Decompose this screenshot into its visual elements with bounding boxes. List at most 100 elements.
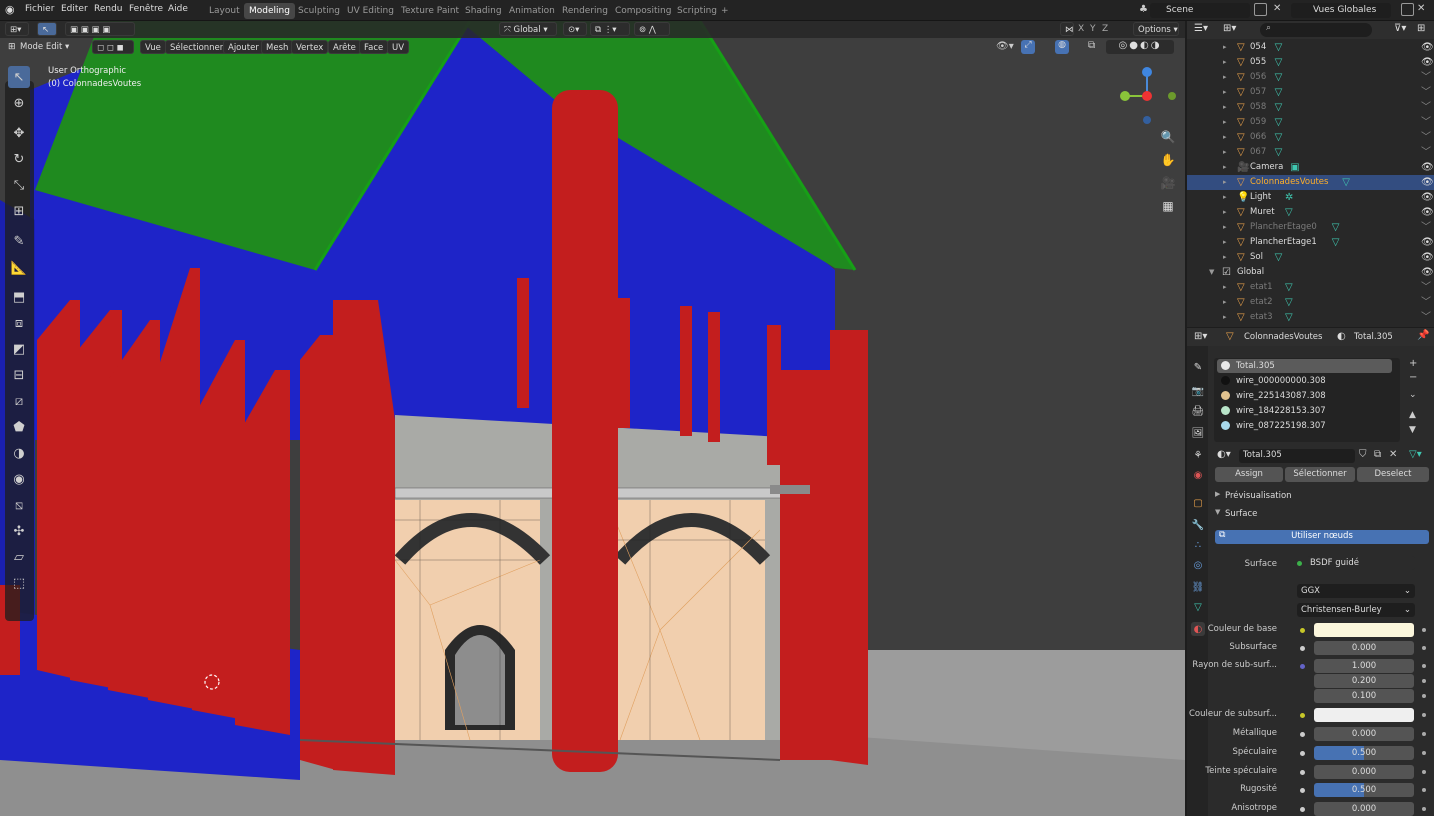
delete-scene-icon[interactable]: ✕: [1273, 3, 1281, 14]
tab-texture-paint[interactable]: Texture Paint: [396, 3, 464, 19]
menu-arete[interactable]: Arête: [328, 40, 361, 54]
pivot-point-icon[interactable]: ⊙▾: [563, 22, 587, 36]
numeric-field[interactable]: 0.000: [1314, 727, 1414, 741]
collapse-arrow-icon[interactable]: ▸: [1223, 280, 1227, 295]
editor-type-icon[interactable]: ⊞▾: [5, 22, 29, 36]
pan-hand-icon[interactable]: ✋: [1158, 150, 1178, 170]
display-mode-icon[interactable]: ⊞▾: [1223, 23, 1236, 34]
spin-tool-icon[interactable]: ◑: [8, 442, 30, 464]
keyframe-dot-icon[interactable]: [1422, 646, 1426, 650]
collapse-arrow-icon[interactable]: ▸: [1223, 40, 1227, 55]
outliner-row[interactable]: ▸ ▽ 066 ▽ ﹀: [1187, 130, 1434, 145]
eye-closed-icon[interactable]: ﹀: [1421, 70, 1431, 85]
move-tool-icon[interactable]: ✥: [8, 122, 30, 144]
numeric-field[interactable]: 0.500: [1314, 746, 1414, 760]
eye-icon[interactable]: 👁: [1421, 265, 1434, 280]
transform-tool-icon[interactable]: ⊞: [8, 200, 30, 222]
eye-icon[interactable]: 👁: [1421, 205, 1434, 220]
outliner-row[interactable]: ▸ ▽ 055 ▽ 👁: [1187, 55, 1434, 70]
tab-scripting[interactable]: Scripting: [672, 3, 722, 19]
collapse-arrow-icon[interactable]: ▸: [1223, 55, 1227, 70]
collapse-arrow-icon[interactable]: ▸: [1223, 130, 1227, 145]
menu-mesh[interactable]: Mesh: [261, 40, 294, 54]
numeric-field[interactable]: 0.000: [1314, 765, 1414, 779]
outliner-row[interactable]: ▸ ▽ ColonnadesVoutes ▽ 👁: [1187, 175, 1434, 190]
loop-cut-tool-icon[interactable]: ⊟: [8, 364, 30, 386]
scene-selector[interactable]: Scene: [1150, 3, 1250, 18]
filter-icon[interactable]: ⊽▾: [1394, 23, 1406, 34]
camera-view-icon[interactable]: 🎥: [1158, 173, 1178, 193]
mesh-symmetry-icon[interactable]: ⋈: [1060, 22, 1074, 36]
collapse-arrow-icon[interactable]: ▸: [1223, 115, 1227, 130]
transform-orientation[interactable]: ⤧ Global ▾: [499, 22, 557, 36]
collapse-arrow-icon[interactable]: ▸: [1223, 100, 1227, 115]
mirror-z[interactable]: Z: [1102, 24, 1108, 34]
zoom-icon[interactable]: 🔍: [1158, 127, 1178, 147]
cursor-tool-icon[interactable]: ⊕: [8, 92, 30, 114]
outliner-row[interactable]: ▸ ▽ 058 ▽ ﹀: [1187, 100, 1434, 115]
menu-uv[interactable]: UV: [387, 40, 410, 54]
color-swatch[interactable]: [1314, 708, 1414, 722]
shear-tool-icon[interactable]: ▱: [8, 546, 30, 568]
select-tool-icon[interactable]: ↖: [8, 66, 30, 88]
collapse-arrow-icon[interactable]: ▸: [1223, 145, 1227, 160]
tab-sculpting[interactable]: Sculpting: [293, 3, 345, 19]
new-collection-icon[interactable]: ⊞: [1417, 23, 1425, 34]
collapse-arrow-icon[interactable]: ▸: [1223, 250, 1227, 265]
annotate-tool-icon[interactable]: ✎: [8, 230, 30, 252]
collapse-arrow-icon[interactable]: ▸: [1223, 70, 1227, 85]
delete-view-layer-icon[interactable]: ✕: [1417, 3, 1425, 14]
keyframe-dot-icon[interactable]: [1422, 664, 1426, 668]
mode-selector[interactable]: Mode Edit ▾: [20, 40, 88, 54]
shrink-fatten-tool-icon[interactable]: ✣: [8, 520, 30, 542]
extrude-tool-icon[interactable]: ⬒: [8, 286, 30, 308]
keyframe-dot-icon[interactable]: [1422, 732, 1426, 736]
eye-icon[interactable]: 👁: [1421, 250, 1434, 265]
eye-icon[interactable]: 👁: [1421, 190, 1434, 205]
eye-icon[interactable]: 👁: [1421, 160, 1434, 175]
measure-tool-icon[interactable]: 📐: [8, 257, 30, 279]
menu-rendu[interactable]: Rendu: [94, 4, 123, 14]
outliner-row[interactable]: ▸ ▽ Muret ▽ 👁: [1187, 205, 1434, 220]
keyframe-dot-icon[interactable]: [1422, 713, 1426, 717]
outliner-row[interactable]: ▸ ▽ etat3 ▽ ﹀: [1187, 310, 1434, 325]
outliner-row[interactable]: ▸ 💡 Light ✲ 👁: [1187, 190, 1434, 205]
outliner-row[interactable]: ▸ ▽ etat2 ▽ ﹀: [1187, 295, 1434, 310]
collapse-arrow-icon[interactable]: ▸: [1223, 160, 1227, 175]
3d-viewport[interactable]: ⊞▾ ↖ ▣ ▣ ▣ ▣ ⤧ Global ▾ ⊙▾ ⧉ ⋮▾ ⊚ ⋀ ⋈ X …: [0, 21, 1185, 816]
outliner-row[interactable]: ▸ 🎥 Camera ▣ 👁: [1187, 160, 1434, 175]
outliner-row[interactable]: ▸ ▽ PlancherEtage0 ▽ ﹀: [1187, 220, 1434, 235]
eye-closed-icon[interactable]: ﹀: [1421, 130, 1431, 145]
xray-icon[interactable]: ⧉: [1088, 40, 1095, 51]
add-workspace-button[interactable]: +: [716, 3, 734, 19]
menu-vertex[interactable]: Vertex: [291, 40, 329, 54]
blender-logo-icon[interactable]: ◉: [5, 3, 19, 17]
numeric-field[interactable]: 0.000: [1314, 802, 1414, 816]
eye-closed-icon[interactable]: ﹀: [1421, 220, 1431, 235]
rotate-tool-icon[interactable]: ↻: [8, 148, 30, 170]
outliner-search-input[interactable]: ⌕: [1260, 23, 1372, 37]
keyframe-dot-icon[interactable]: [1422, 788, 1426, 792]
collapse-arrow-icon[interactable]: ▸: [1223, 220, 1227, 235]
poly-build-tool-icon[interactable]: ⬟: [8, 416, 30, 438]
gizmo-icon[interactable]: ⤢: [1021, 40, 1035, 54]
eye-closed-icon[interactable]: ﹀: [1421, 115, 1431, 130]
eye-closed-icon[interactable]: ﹀: [1421, 85, 1431, 100]
overlays-icon[interactable]: ◍: [1055, 40, 1069, 54]
keyframe-dot-icon[interactable]: [1422, 751, 1426, 755]
tab-layout[interactable]: Layout: [204, 3, 245, 19]
tab-uv-editing[interactable]: UV Editing: [342, 3, 399, 19]
keyframe-dot-icon[interactable]: [1422, 628, 1426, 632]
ortho-grid-icon[interactable]: ▦: [1158, 196, 1178, 216]
collapse-arrow-icon[interactable]: ▸: [1223, 85, 1227, 100]
numeric-field[interactable]: 0.100: [1314, 689, 1414, 703]
menu-aide[interactable]: Aide: [168, 4, 188, 14]
outliner-row[interactable]: ▸ ▽ 059 ▽ ﹀: [1187, 115, 1434, 130]
select-box-icon[interactable]: ↖: [37, 22, 57, 36]
inset-tool-icon[interactable]: ⧈: [8, 312, 30, 334]
rip-tool-icon[interactable]: ⬚: [8, 572, 30, 594]
numeric-field[interactable]: 0.500: [1314, 783, 1414, 797]
outliner-row[interactable]: ▸ ▽ etat1 ▽ ﹀: [1187, 280, 1434, 295]
navigation-gizmo[interactable]: [1110, 66, 1180, 131]
scale-tool-icon[interactable]: ⤡: [8, 174, 30, 196]
